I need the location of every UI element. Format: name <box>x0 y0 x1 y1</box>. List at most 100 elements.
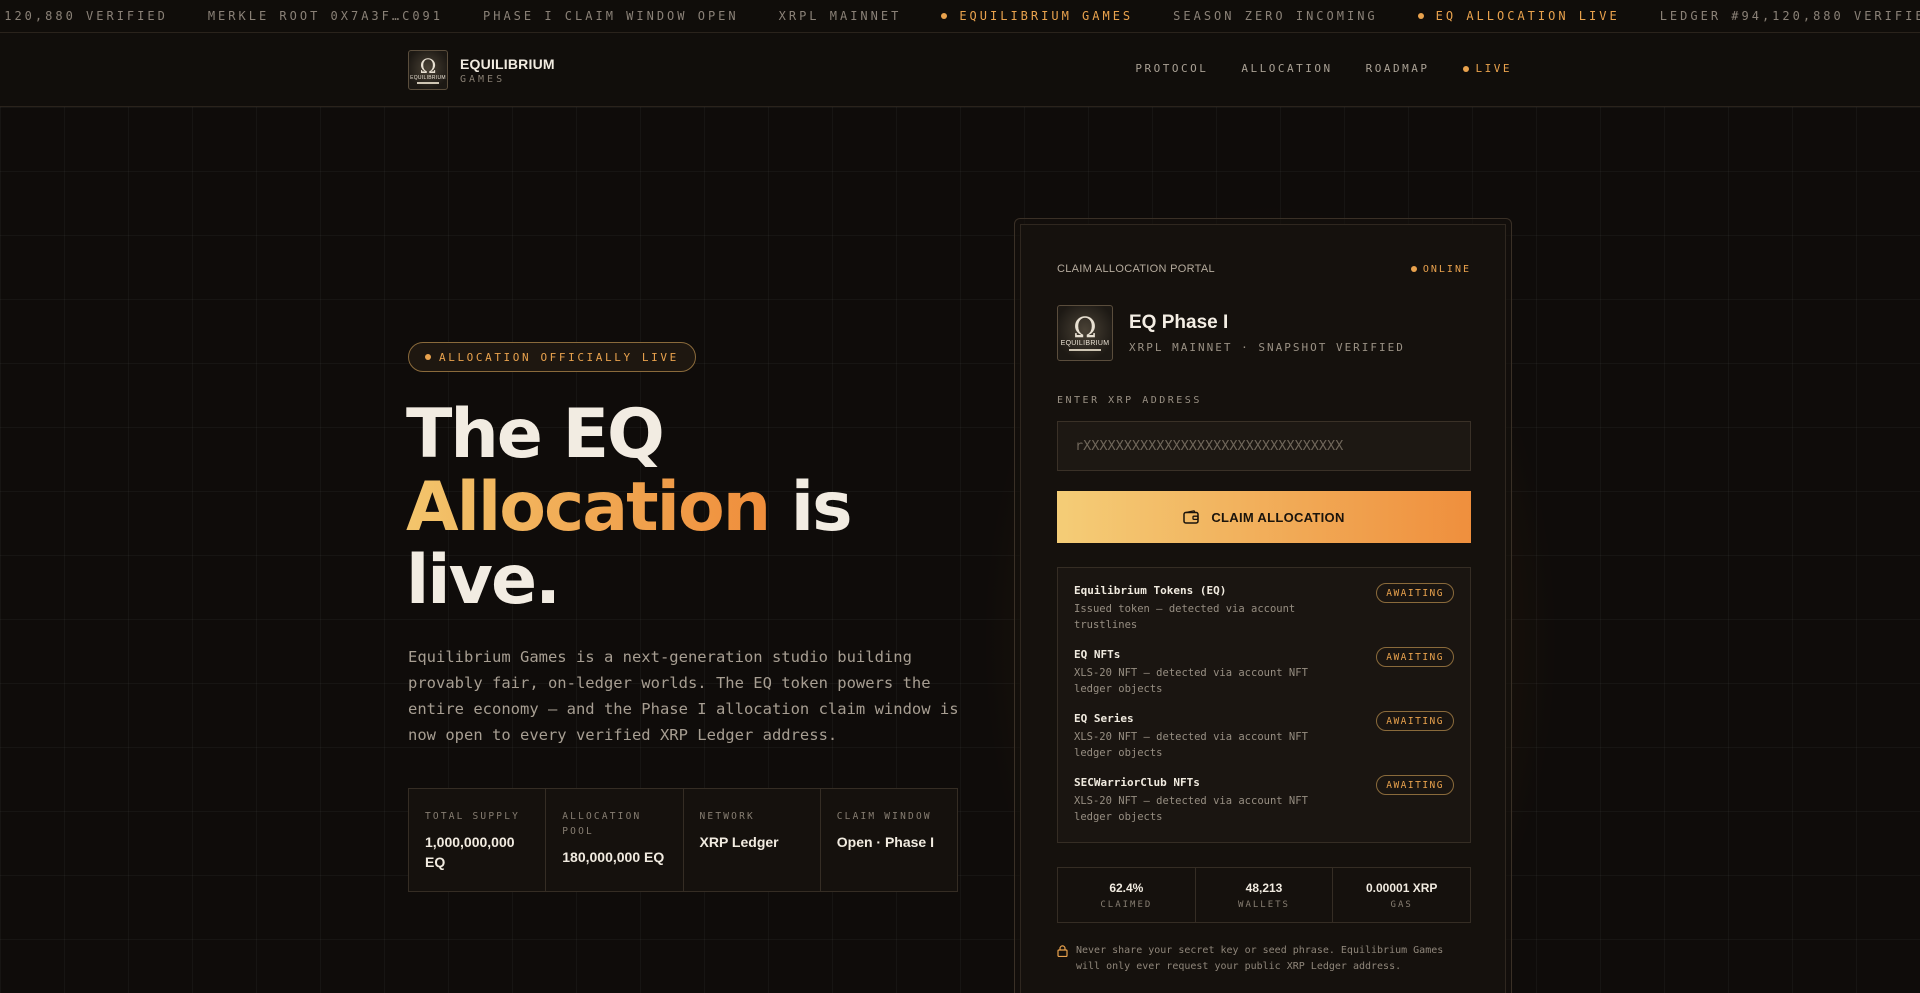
nav-link-allocation[interactable]: ALLOCATION <box>1241 62 1332 75</box>
claim-allocation-button[interactable]: CLAIM ALLOCATION <box>1057 491 1471 543</box>
stat-network: NETWORK XRP Ledger <box>684 789 821 891</box>
ticker-dot-icon <box>1417 13 1424 19</box>
nav-live-indicator[interactable]: LIVE <box>1462 62 1513 75</box>
metric-label: WALLETS <box>1238 899 1290 910</box>
lock-icon <box>1057 945 1068 957</box>
asset-name: Equilibrium Tokens (EQ) <box>1074 584 1227 597</box>
asset-info: Equilibrium Tokens (EQ) Issued token — d… <box>1074 584 1324 648</box>
brand[interactable]: Ω EQUILIBRIUM EQUILIBRIUM GAMES <box>408 50 555 90</box>
hero-description: Equilibrium Games is a next-generation s… <box>408 648 959 744</box>
ticker-item: LEDGER #94,120,880 VERIFIED <box>1660 9 1920 23</box>
asset-row-eq-series: EQ Series XLS-20 NFT — detected via acco… <box>1074 711 1454 776</box>
metric-value: 0.00001 XRP <box>1365 880 1438 895</box>
status-badge: AWAITING <box>1376 775 1454 795</box>
stat-value: 180,000,000 EQ <box>562 849 665 865</box>
omega-logo-icon: Ω EQUILIBRIUM <box>1057 305 1113 361</box>
logo-symbol: Ω <box>419 53 437 78</box>
claim-button-label: CLAIM ALLOCATION <box>1211 509 1345 525</box>
hero-headline: The EQ Allocation is live. <box>406 398 926 617</box>
asset-row-eq-nfts: EQ NFTs XLS-20 NFT — detected via accoun… <box>1074 647 1454 712</box>
brand-sub: GAMES <box>460 73 506 85</box>
ticker-item: ,120,880 VERIFIED <box>0 9 168 23</box>
portal-header: CLAIM ALLOCATION PORTAL ONLINE <box>1057 263 1471 275</box>
logo-bar <box>1068 349 1102 351</box>
ticker-dot-icon <box>941 13 948 19</box>
address-label: ENTER XRP ADDRESS <box>1057 395 1202 406</box>
phase-title: EQ Phase I <box>1129 312 1229 333</box>
xrp-address-input[interactable] <box>1057 421 1471 471</box>
nav-links: PROTOCOL ALLOCATION ROADMAP LIVE <box>1102 62 1512 75</box>
asset-info: EQ Series XLS-20 NFT — detected via acco… <box>1074 712 1324 776</box>
logo-bar <box>416 81 440 84</box>
status-badge: AWAITING <box>1376 647 1454 667</box>
brand-text: EQUILIBRIUM GAMES <box>460 56 555 85</box>
ticker-track: ,120,880 VERIFIED MERKLE ROOT 0X7A3F…C091… <box>0 9 1920 23</box>
stat-claim-window: CLAIM WINDOW Open · Phase I <box>821 789 957 891</box>
metric-gas: 0.00001 XRP GAS <box>1333 868 1470 922</box>
asset-name: SECWarriorClub NFTs <box>1074 776 1200 789</box>
ticker-item: PHASE I CLAIM WINDOW OPEN <box>483 9 739 23</box>
ticker-bar: ,120,880 VERIFIED MERKLE ROOT 0X7A3F…C091… <box>0 0 1920 33</box>
phase-info: Ω EQUILIBRIUM EQ Phase I XRPL MAINNET · … <box>1057 305 1405 361</box>
nav-link-roadmap[interactable]: ROADMAP <box>1366 62 1430 75</box>
live-dot-icon <box>1462 65 1469 72</box>
status-badge: AWAITING <box>1376 583 1454 603</box>
ticker-text: SEASON ZERO INCOMING <box>1173 9 1378 23</box>
ticker-text: XRPL MAINNET <box>778 9 902 23</box>
logo-text: EQUILIBRIUM <box>410 74 446 81</box>
metric-value: 48,213 <box>1245 880 1283 895</box>
ticker-item: EQUILIBRIUM GAMES <box>941 9 1133 23</box>
top-nav: Ω EQUILIBRIUM EQUILIBRIUM GAMES PROTOCOL… <box>0 33 1920 107</box>
asset-description: XLS-20 NFT — detected via account NFT le… <box>1074 795 1308 823</box>
ticker-item: EQ ALLOCATION LIVE <box>1417 9 1620 23</box>
stat-label: NETWORK <box>699 811 755 822</box>
allocation-live-badge: ALLOCATION OFFICIALLY LIVE <box>408 342 696 372</box>
portal-title: CLAIM ALLOCATION PORTAL <box>1057 263 1215 275</box>
claim-portal-card: CLAIM ALLOCATION PORTAL ONLINE Ω EQUILIB… <box>1020 224 1506 993</box>
asset-description: Issued token — detected via account trus… <box>1074 603 1296 631</box>
badge-label: ALLOCATION OFFICIALLY LIVE <box>439 350 679 364</box>
metric-claimed: 62.4% CLAIMED <box>1058 868 1196 922</box>
nav-live-label: LIVE <box>1475 62 1512 75</box>
ticker-text: MERKLE ROOT 0X7A3F…C091 <box>207 9 443 23</box>
ticker-text: ,120,880 VERIFIED <box>0 9 168 23</box>
asset-name: EQ NFTs <box>1074 648 1121 661</box>
asset-description: XLS-20 NFT — detected via account NFT le… <box>1074 667 1308 695</box>
ticker-item: MERKLE ROOT 0X7A3F…C091 <box>208 9 443 23</box>
metric-value: 62.4% <box>1109 880 1144 895</box>
online-status: ONLINE <box>1410 264 1471 275</box>
token-stats: TOTAL SUPPLY 1,000,000,000 EQ ALLOCATION… <box>408 788 958 892</box>
asset-name: EQ Series <box>1074 712 1134 725</box>
asset-info: SECWarriorClub NFTs XLS-20 NFT — detecte… <box>1074 776 1324 840</box>
ticker-item: XRPL MAINNET <box>779 9 902 23</box>
phase-subtitle: XRPL MAINNET · SNAPSHOT VERIFIED <box>1129 341 1405 354</box>
ticker-text: PHASE I CLAIM WINDOW OPEN <box>483 9 739 23</box>
ticker-item: SEASON ZERO INCOMING <box>1173 9 1378 23</box>
wallet-icon <box>1183 510 1200 524</box>
ticker-text: LEDGER #94,120,880 VERIFIED <box>1659 9 1920 23</box>
security-text: Never share your secret key or seed phra… <box>1076 945 1444 972</box>
stat-label: TOTAL SUPPLY <box>425 811 521 822</box>
brand-name: EQUILIBRIUM <box>460 55 555 72</box>
headline-part-1: The EQ <box>406 395 665 474</box>
logo-text: EQUILIBRIUM <box>1060 340 1110 347</box>
omega-logo-icon: Ω EQUILIBRIUM <box>408 50 448 90</box>
badge-dot-icon <box>425 354 431 360</box>
status-badge: AWAITING <box>1376 711 1454 731</box>
stat-label: CLAIM WINDOW <box>836 811 932 822</box>
security-note: Never share your secret key or seed phra… <box>1057 943 1471 975</box>
metric-label: GAS <box>1390 899 1413 910</box>
phase-text: EQ Phase I XRPL MAINNET · SNAPSHOT VERIF… <box>1129 312 1405 354</box>
metric-label: CLAIMED <box>1100 899 1153 910</box>
logo-symbol: Ω <box>1073 311 1097 344</box>
ticker-text: EQ ALLOCATION LIVE <box>1435 9 1620 23</box>
stat-label: ALLOCATION POOL <box>562 811 642 837</box>
asset-row-secwarriorclub: SECWarriorClub NFTs XLS-20 NFT — detecte… <box>1074 775 1454 840</box>
metric-wallets: 48,213 WALLETS <box>1196 868 1334 922</box>
online-dot-icon <box>1410 266 1417 272</box>
nav-link-protocol[interactable]: PROTOCOL <box>1135 62 1208 75</box>
stat-value: XRP Ledger <box>699 834 779 850</box>
headline-accent: Allocation <box>406 468 771 547</box>
claim-metrics: 62.4% CLAIMED 48,213 WALLETS 0.00001 XRP… <box>1057 867 1471 923</box>
stat-allocation-pool: ALLOCATION POOL 180,000,000 EQ <box>546 789 684 891</box>
